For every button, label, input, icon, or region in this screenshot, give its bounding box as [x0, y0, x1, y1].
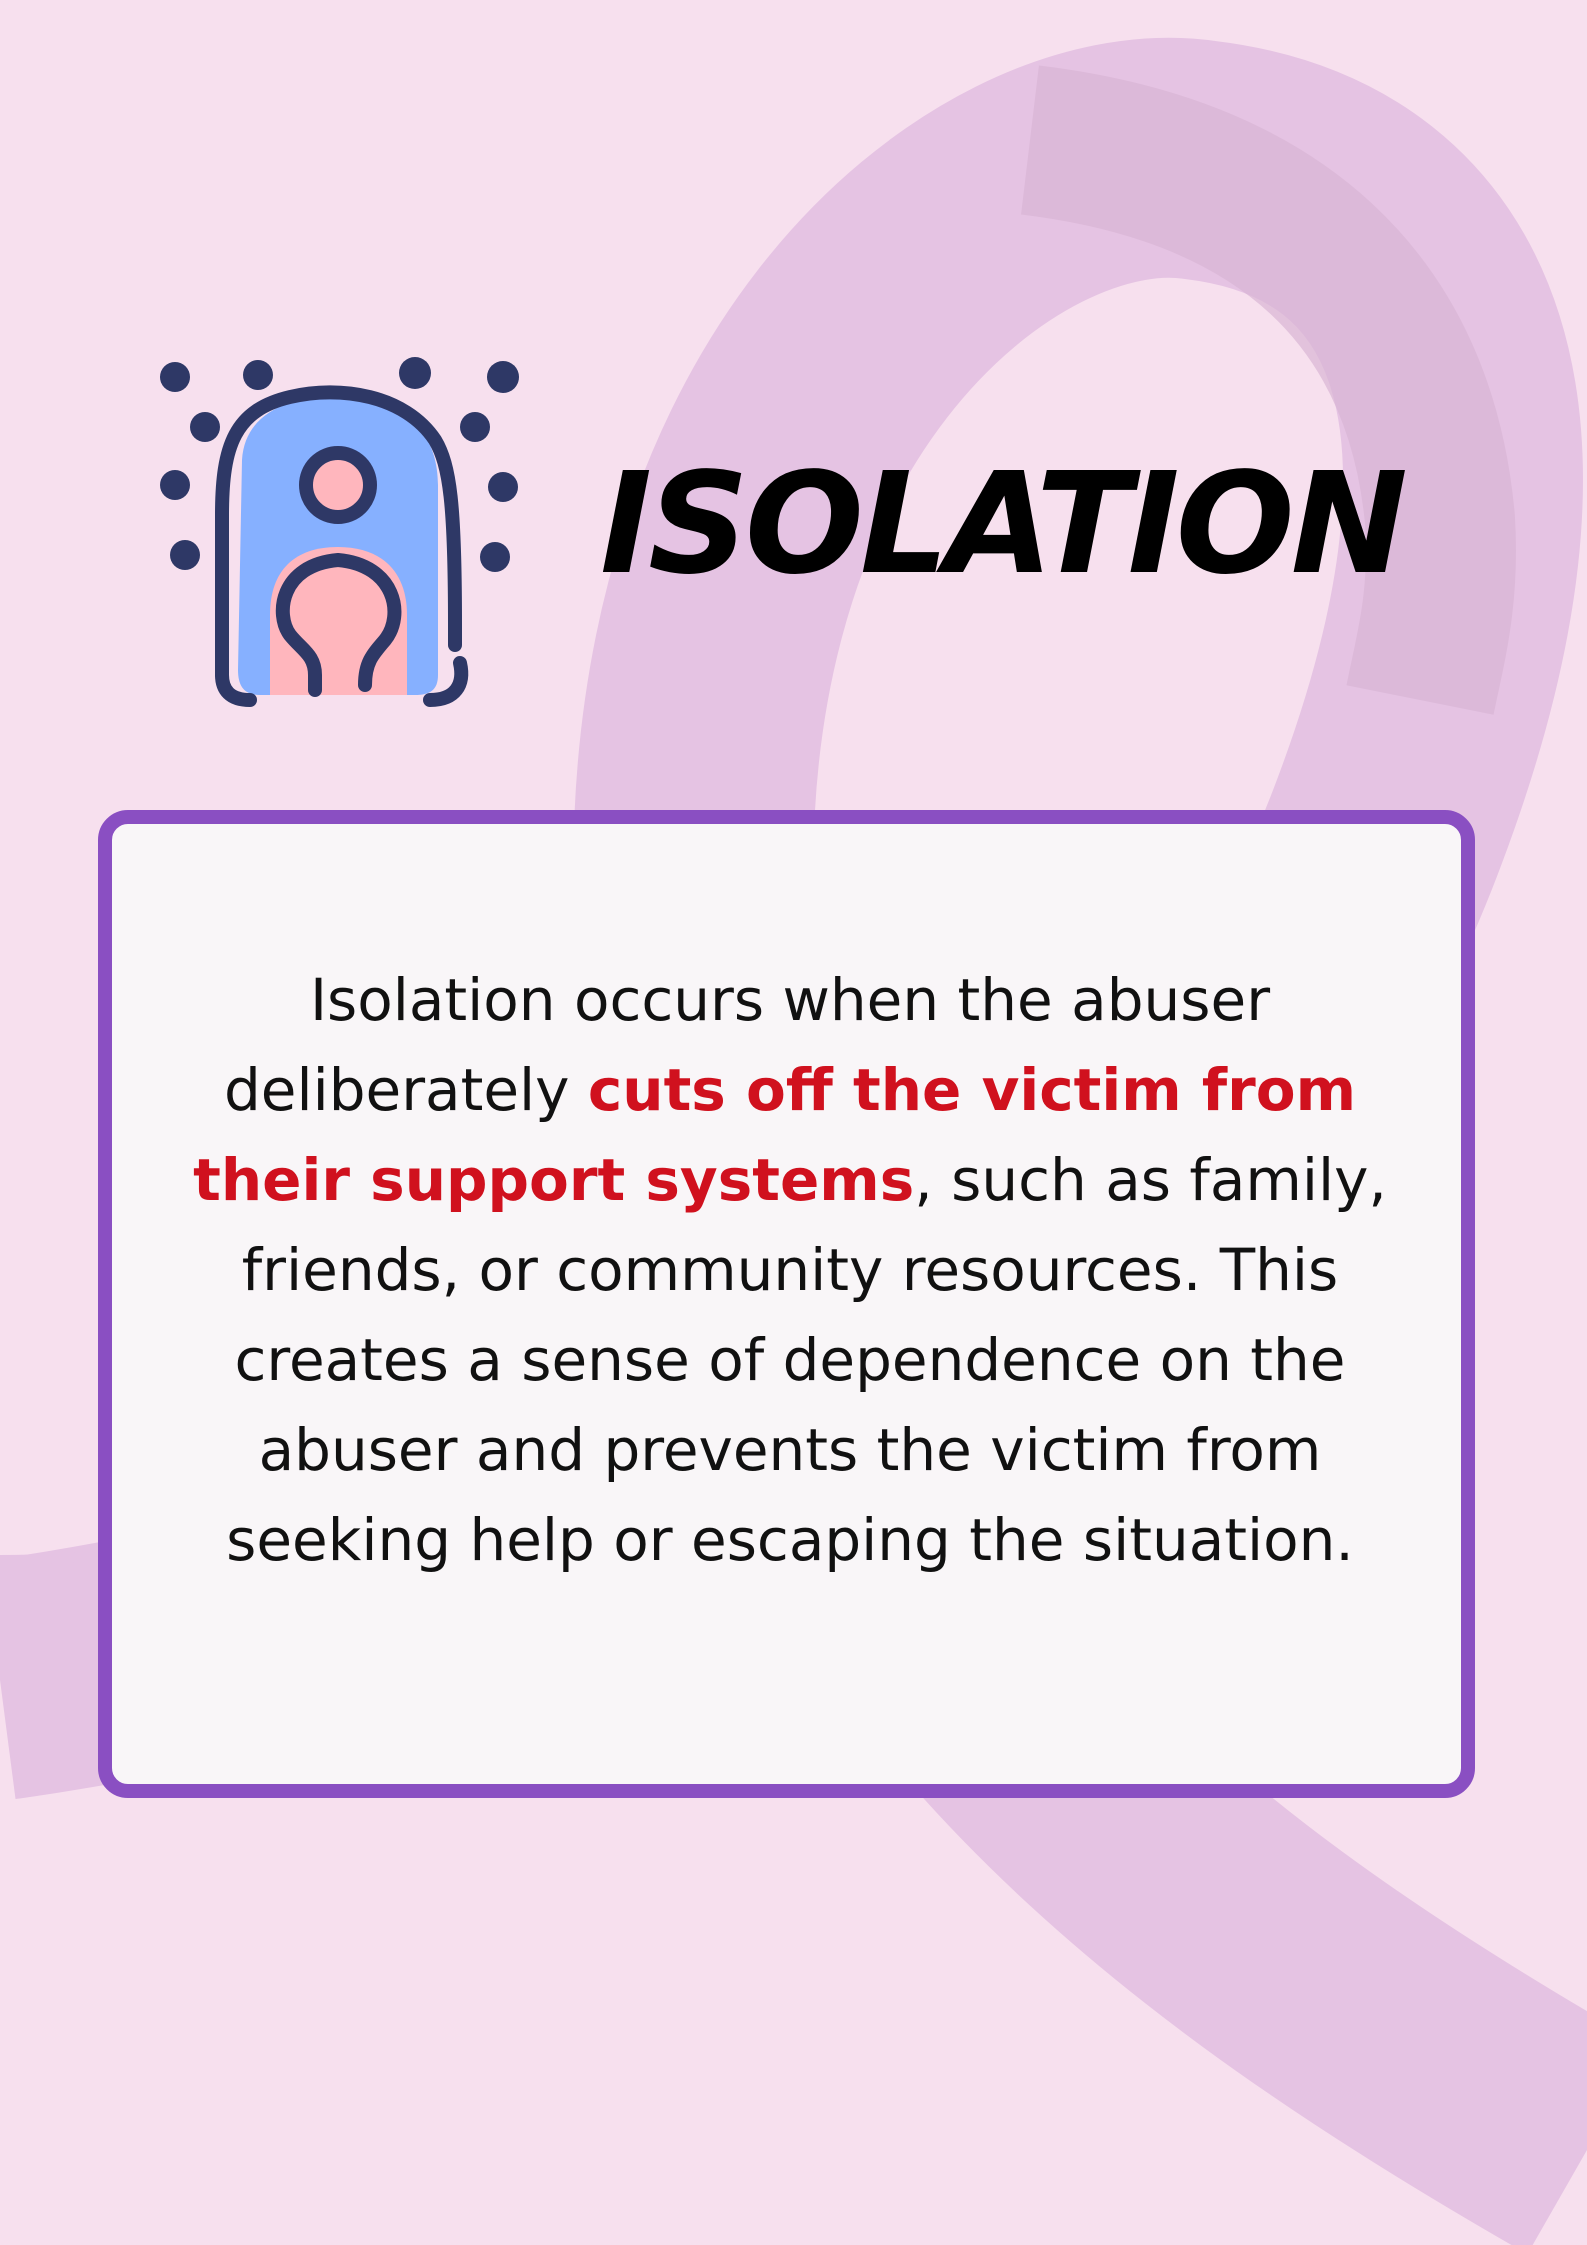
- description-text: Isolation occurs when the abuser deliber…: [190, 955, 1390, 1585]
- page-title: ISOLATION: [600, 443, 1408, 606]
- isolated-person-icon: [160, 357, 519, 707]
